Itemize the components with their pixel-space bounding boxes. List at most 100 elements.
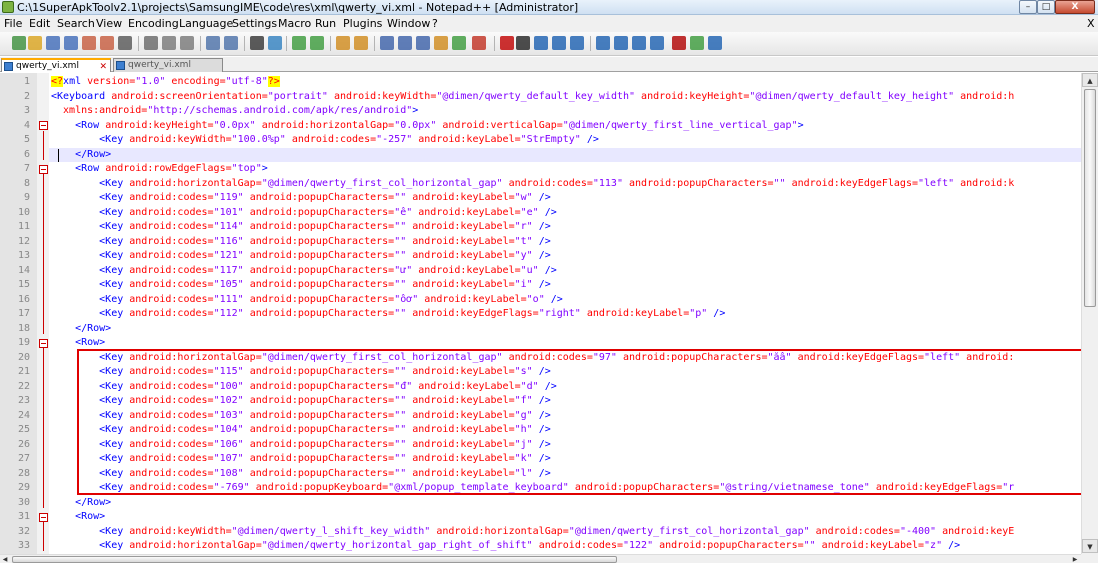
syntax-value: "right" (538, 308, 581, 319)
syntax-attr: android:keyLabel= (412, 134, 521, 145)
menu-settings[interactable]: Settings (232, 17, 277, 30)
syntax-attr: android:keyHeight= (635, 90, 750, 102)
sync-vertical-icon[interactable] (336, 36, 350, 50)
spell-check-icon[interactable] (672, 36, 686, 50)
tab-qwerty-vi-active[interactable]: qwerty_vi.xml ✕ (1, 58, 111, 72)
syntax-attr: android:keyLabel= (406, 235, 515, 247)
dropdown-arrow-icon[interactable] (708, 36, 722, 50)
stop-macro-icon[interactable] (516, 36, 530, 50)
replace-icon[interactable] (268, 36, 282, 50)
maximize-button[interactable]: □ (1037, 0, 1055, 14)
vertical-scroll-thumb[interactable] (1084, 89, 1096, 307)
text-caret (58, 148, 59, 162)
line-number: 15 (17, 279, 30, 290)
syntax-value: "http://schemas.android.com/apk/res/andr… (147, 105, 413, 116)
fold-toggle-icon[interactable] (39, 338, 48, 348)
new-file-icon[interactable] (12, 36, 26, 50)
syntax-tag: /> (532, 250, 551, 261)
spell-options-icon[interactable] (690, 36, 704, 50)
syntax-attr: android:popupCharacters= (243, 192, 395, 203)
code-line: <Key android:codes="105" android:popupCh… (51, 278, 551, 293)
syntax-tag: </Row> (51, 148, 112, 160)
zoom-out-icon[interactable] (310, 36, 324, 50)
doc-map-icon[interactable] (452, 36, 466, 50)
save-all-icon[interactable] (64, 36, 78, 50)
menu-language[interactable]: Language (179, 17, 233, 30)
horizontal-scrollbar[interactable]: ◀ ▶ (0, 554, 1081, 563)
undo-icon[interactable] (206, 36, 220, 50)
user-lang-icon[interactable] (434, 36, 448, 50)
syntax-attr: android:keyHeight= (99, 119, 214, 131)
menu-edit[interactable]: Edit (29, 17, 50, 30)
menu-search[interactable]: Search (57, 17, 95, 30)
save-icon[interactable] (46, 36, 60, 50)
syntax-attr: android:keyLabel= (815, 540, 925, 551)
cut-icon[interactable] (144, 36, 158, 50)
syntax-attr: android:keyEdgeFlags= (406, 308, 539, 319)
notepad-app-icon[interactable] (2, 1, 14, 13)
syntax-tag: /> (538, 206, 557, 218)
close-icon[interactable] (82, 36, 96, 50)
up-icon[interactable] (614, 36, 628, 50)
syntax-value: "ê" (394, 206, 413, 218)
zoom-in-icon[interactable] (292, 36, 306, 50)
window-close-button[interactable]: X (1055, 0, 1095, 14)
scroll-left-arrow-icon[interactable]: ◀ (0, 555, 10, 563)
fold-margin[interactable] (37, 73, 49, 554)
menu-help[interactable]: ? (432, 17, 438, 30)
fold-toggle-icon[interactable] (39, 164, 48, 174)
tab-qwerty-vi-clone[interactable]: qwerty_vi.xml (113, 58, 223, 72)
fold-guide (43, 522, 44, 551)
open-file-icon[interactable] (28, 36, 42, 50)
syntax-attr: android:popupCharacters= (243, 293, 395, 305)
syntax-value: "y" (514, 250, 533, 261)
document-close-button[interactable]: X (1087, 17, 1095, 30)
code-line: <Key android:codes="116" android:popupCh… (51, 235, 551, 250)
toolbar-separator (286, 36, 287, 51)
show-all-chars-icon[interactable] (398, 36, 412, 50)
function-list-icon[interactable] (472, 36, 486, 50)
line-number: 23 (17, 395, 30, 406)
scroll-down-arrow-icon[interactable]: ▼ (1082, 539, 1098, 553)
syntax-tag: <Row (51, 163, 100, 174)
find-icon[interactable] (250, 36, 264, 50)
word-wrap-icon[interactable] (380, 36, 394, 50)
syntax-value: "left" (918, 177, 955, 189)
menu-macro[interactable]: Macro (278, 17, 311, 30)
fold-toggle-icon[interactable] (39, 512, 48, 522)
save-macro-icon[interactable] (570, 36, 584, 50)
close-all-icon[interactable] (100, 36, 114, 50)
syntax-tag: > (797, 119, 804, 131)
syntax-attr: android:k (954, 177, 1015, 189)
syntax-tag: <Key (51, 250, 124, 261)
scroll-right-arrow-icon[interactable]: ▶ (1070, 555, 1080, 563)
play-macro-icon[interactable] (534, 36, 548, 50)
record-macro-icon[interactable] (500, 36, 514, 50)
vertical-scrollbar[interactable]: ▲ ▼ (1081, 73, 1098, 554)
paste-icon[interactable] (180, 36, 194, 50)
menu-window[interactable]: Window (387, 17, 430, 30)
trim-icon[interactable] (596, 36, 610, 50)
syntax-value: "w" (514, 192, 533, 203)
horizontal-scroll-thumb[interactable] (12, 556, 617, 563)
run-macro-multiple-icon[interactable] (552, 36, 566, 50)
menu-encoding[interactable]: Encoding (128, 17, 179, 30)
syntax-value: "100.0%p" (231, 134, 286, 145)
line-number: 13 (17, 250, 30, 261)
fold-toggle-icon[interactable] (39, 121, 48, 130)
menu-file[interactable]: File (4, 17, 22, 30)
sync-horizontal-icon[interactable] (354, 36, 368, 50)
line-number: 30 (17, 496, 30, 508)
filter-icon[interactable] (650, 36, 664, 50)
syntax-value: "-257" (376, 134, 413, 145)
print-icon[interactable] (118, 36, 132, 50)
minimize-button[interactable]: – (1019, 0, 1037, 14)
down-icon[interactable] (632, 36, 646, 50)
indent-guide-icon[interactable] (416, 36, 430, 50)
menu-plugins[interactable]: Plugins (343, 17, 382, 30)
menu-run[interactable]: Run (315, 17, 336, 30)
redo-icon[interactable] (224, 36, 238, 50)
copy-icon[interactable] (162, 36, 176, 50)
menu-view[interactable]: View (96, 17, 122, 30)
scroll-up-arrow-icon[interactable]: ▲ (1082, 73, 1098, 87)
